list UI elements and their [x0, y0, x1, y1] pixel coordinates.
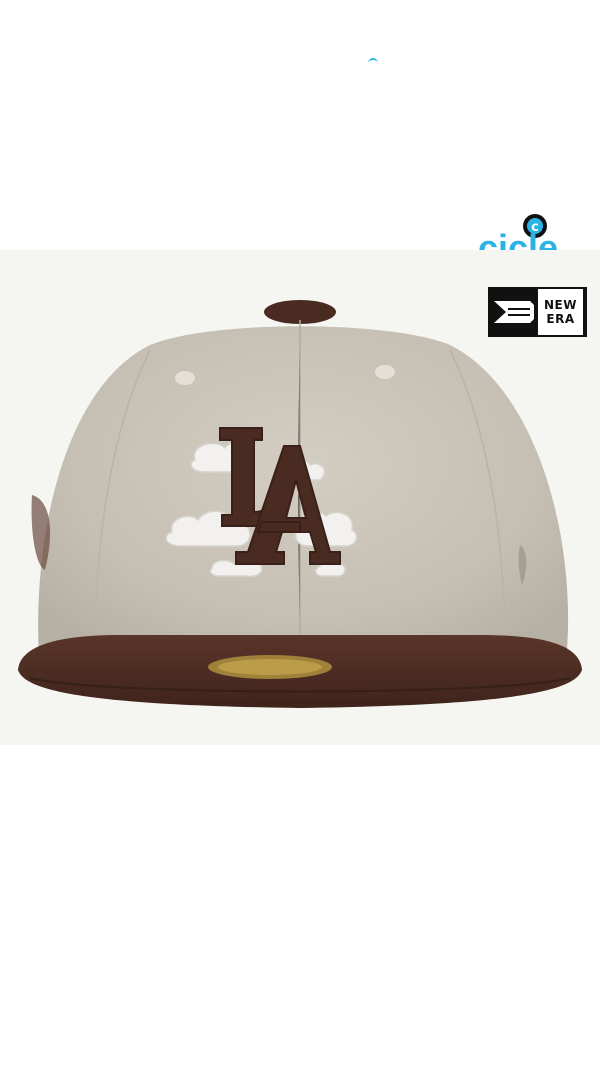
top-accent-mark [368, 58, 378, 64]
new-era-flag-icon [490, 289, 538, 335]
cicle-logo: c cicle [478, 208, 600, 250]
new-era-line2: ERA [546, 312, 575, 326]
svg-text:cicle: cicle [478, 227, 558, 250]
new-era-line1: NEW [544, 298, 577, 312]
new-era-logo: NEW ERA [488, 287, 587, 337]
